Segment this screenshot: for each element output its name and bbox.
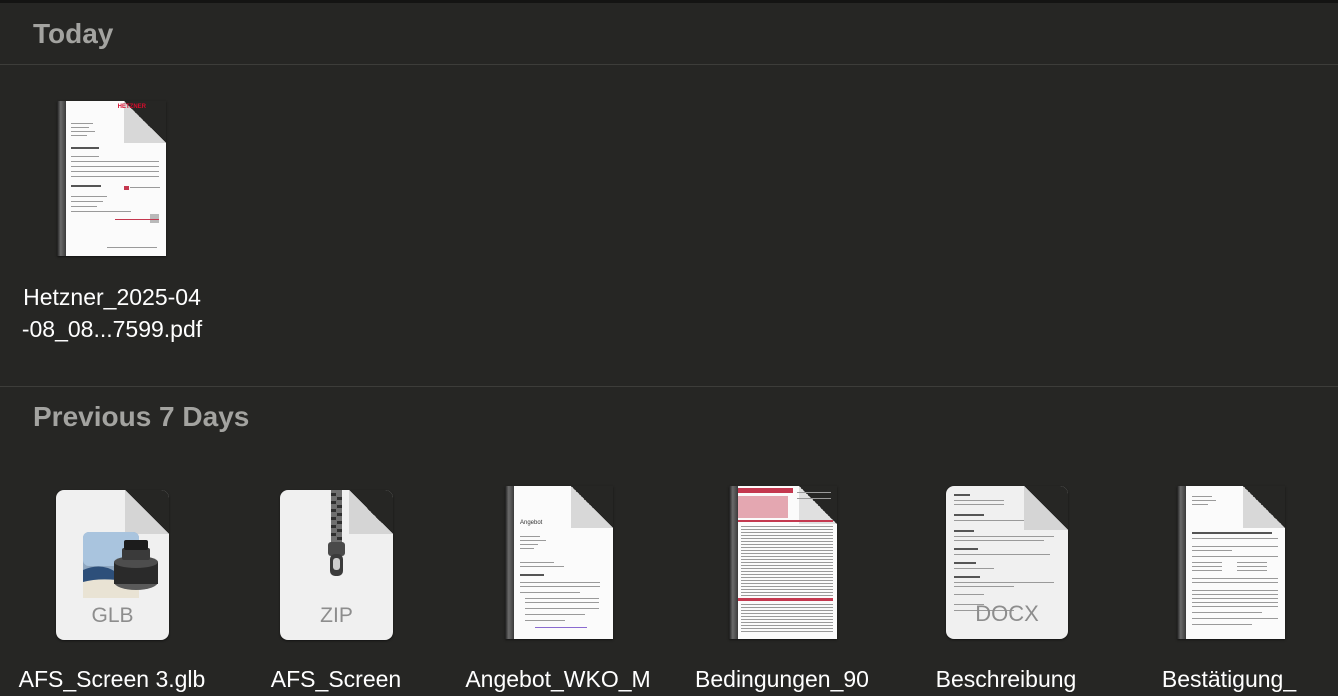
section-header-today: Today bbox=[0, 3, 1338, 65]
file-name: Angebot_WKO_M bbox=[465, 666, 651, 692]
file-extension-label: ZIP bbox=[320, 604, 353, 627]
pdf-thumbnail-icon bbox=[729, 486, 837, 639]
file-name-line2: -08_08...7599.pdf bbox=[21, 316, 203, 342]
file-item-afs-screen-zip[interactable]: ZIP AFS_Screen bbox=[224, 470, 448, 696]
pdf-thumbnail-icon: Angebot bbox=[505, 486, 613, 639]
glb-file-icon: GLB bbox=[56, 490, 169, 640]
file-name: Bedingungen_90 bbox=[695, 666, 869, 692]
docx-file-icon: DOCX bbox=[946, 486, 1068, 639]
section-title-previous-7-days: Previous 7 Days bbox=[33, 401, 250, 432]
section-title: Today bbox=[33, 18, 114, 49]
thumb-heading: Angebot bbox=[520, 520, 543, 526]
file-item-afs-screen-3-glb[interactable]: GLB AFS_Screen 3.glb bbox=[0, 470, 224, 696]
file-name: Bestätigung_ bbox=[1161, 666, 1297, 692]
file-name: Beschreibung bbox=[935, 666, 1077, 692]
zip-archive-icon: ZIP bbox=[280, 490, 393, 640]
file-item-hetzner[interactable]: HETZNER Hetzner_2025-04 -08_08...7599.pd… bbox=[0, 66, 224, 356]
file-name-line1: Hetzner_2025-04 bbox=[23, 284, 201, 310]
file-item-bedingungen[interactable]: Bedingungen_90 bbox=[672, 470, 892, 696]
file-name: AFS_Screen 3.glb bbox=[18, 666, 206, 692]
file-item-angebot[interactable]: Angebot Angebot_WKO_M bbox=[448, 470, 668, 696]
pdf-thumbnail-icon: HETZNER bbox=[57, 101, 166, 256]
pdf-thumbnail-icon bbox=[1177, 486, 1285, 639]
file-item-beschreibung[interactable]: DOCX Beschreibung bbox=[896, 470, 1116, 696]
file-extension-label: GLB bbox=[91, 604, 134, 627]
file-item-bestaetigung[interactable]: Bestätigung_ bbox=[1120, 470, 1338, 696]
thumb-brand-logo: HETZNER bbox=[117, 104, 146, 110]
section-divider bbox=[0, 386, 1338, 387]
file-name: AFS_Screen bbox=[270, 666, 402, 692]
file-extension-label: DOCX bbox=[975, 601, 1039, 626]
